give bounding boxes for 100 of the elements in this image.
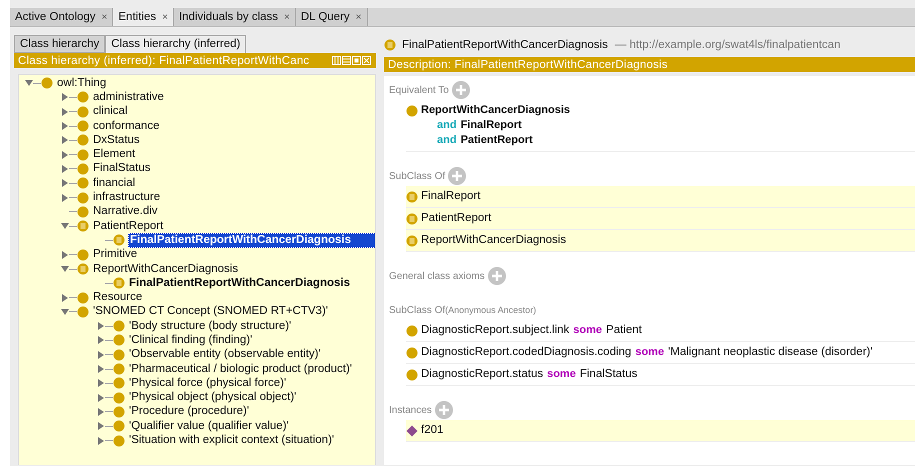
tree-item[interactable]: 'SNOMED CT Concept (SNOMED RT+CTV3)' bbox=[92, 305, 329, 318]
tree-item[interactable]: owl:Thing bbox=[56, 76, 108, 90]
class-icon bbox=[113, 434, 125, 447]
class-icon bbox=[406, 325, 418, 337]
expand-icon[interactable] bbox=[97, 379, 105, 388]
section-title: SubClass Of bbox=[389, 170, 446, 182]
class-icon bbox=[77, 306, 89, 318]
keyword: some bbox=[547, 367, 576, 382]
expand-icon[interactable] bbox=[97, 436, 105, 445]
expand-icon[interactable] bbox=[61, 164, 69, 173]
tab[interactable]: DL Query × bbox=[296, 8, 368, 26]
tree-item[interactable]: 'Qualifier value (qualifier value)' bbox=[128, 420, 290, 433]
expand-icon[interactable] bbox=[97, 336, 105, 344]
expand-icon[interactable] bbox=[97, 322, 105, 330]
tab[interactable]: Entities × bbox=[113, 8, 174, 26]
class-name: Patient bbox=[606, 323, 642, 338]
class-icon bbox=[77, 120, 89, 132]
tree-item[interactable]: Primitive bbox=[92, 248, 138, 262]
tree-item[interactable]: Narrative.div bbox=[92, 205, 159, 218]
tree-item[interactable]: FinalPatientReportWithCancerDiagnosis bbox=[128, 232, 375, 248]
expand-icon[interactable] bbox=[61, 150, 69, 159]
close-icon[interactable]: × bbox=[102, 12, 108, 22]
tab[interactable]: Class hierarchy bbox=[14, 35, 106, 53]
expand-icon[interactable] bbox=[97, 422, 105, 430]
expand-icon[interactable] bbox=[61, 194, 69, 202]
tree-item[interactable]: 'Physical force (physical force)' bbox=[128, 376, 288, 390]
expand-icon[interactable] bbox=[97, 365, 105, 374]
tree-item[interactable]: PatientReport bbox=[92, 220, 164, 233]
class-icon bbox=[406, 347, 418, 359]
tree-item[interactable]: 'Pharmaceutical / biologic product (product)' bbox=[128, 362, 353, 376]
tree-item[interactable]: 'Observable entity (observable entity)' bbox=[128, 348, 322, 362]
class-icon bbox=[406, 105, 418, 117]
class-name: 'Malignant neoplastic disease (disorder)' bbox=[668, 345, 873, 360]
class-icon bbox=[113, 348, 125, 361]
tab[interactable]: Class hierarchy (inferred) bbox=[105, 35, 246, 53]
class-name: ReportWithCancerDiagnosis bbox=[421, 103, 570, 118]
class-name: PatientReport bbox=[460, 133, 533, 148]
class-icon bbox=[113, 320, 125, 332]
close-icon[interactable]: × bbox=[162, 12, 168, 22]
class-name: f201 bbox=[421, 423, 444, 438]
expand-icon[interactable] bbox=[61, 108, 69, 116]
class-name: FinalReport bbox=[421, 189, 480, 204]
collapse-icon[interactable] bbox=[61, 265, 69, 273]
tab[interactable]: Individuals by class × bbox=[174, 8, 296, 26]
class-icon bbox=[77, 91, 89, 104]
tree-item[interactable]: administrative bbox=[92, 90, 165, 104]
close-icon[interactable]: × bbox=[284, 12, 290, 22]
tree-item[interactable]: DxStatus bbox=[92, 134, 141, 147]
class-icon bbox=[113, 406, 125, 418]
tree-item[interactable]: financial bbox=[92, 176, 136, 190]
tab[interactable]: Active Ontology × bbox=[10, 8, 114, 26]
expand-icon[interactable] bbox=[97, 350, 105, 359]
entity-iri: — http://example.org/swat4ls/finalpatientcan bbox=[614, 39, 840, 51]
panel-title: Description: FinalPatientReportWithCancerDiagnosis bbox=[388, 58, 668, 70]
class-icon bbox=[113, 334, 125, 346]
class-icon bbox=[77, 134, 89, 146]
expand-icon[interactable] bbox=[61, 179, 69, 188]
class-icon bbox=[406, 369, 418, 381]
collapse-icon[interactable] bbox=[61, 308, 69, 316]
tree-item[interactable]: ReportWithCancerDiagnosis bbox=[92, 262, 240, 276]
view-buttons-icon[interactable] bbox=[332, 56, 372, 65]
class-name: DiagnosticReport.subject.link bbox=[421, 323, 570, 338]
tree-item[interactable]: 'Body structure (body structure)' bbox=[128, 320, 292, 333]
expand-icon[interactable] bbox=[61, 136, 69, 144]
collapse-icon[interactable] bbox=[25, 79, 33, 88]
expand-icon[interactable] bbox=[97, 394, 105, 402]
class-name: DiagnosticReport.codedDiagnosis.coding bbox=[421, 345, 632, 360]
class-icon bbox=[77, 292, 89, 304]
expand-icon[interactable] bbox=[61, 294, 69, 302]
section-title: SubClass Of(Anonymous Ancestor) bbox=[389, 304, 536, 316]
defined-class-icon bbox=[113, 234, 125, 246]
tree-item[interactable]: 'Situation with explicit context (situation)' bbox=[128, 434, 336, 448]
class-icon bbox=[113, 363, 125, 376]
tree-item[interactable]: Element bbox=[92, 148, 136, 162]
panel-title: Class hierarchy (inferred): FinalPatientReportWithCanc bbox=[18, 54, 310, 66]
close-icon[interactable]: × bbox=[356, 12, 362, 22]
tree-item[interactable]: conformance bbox=[92, 120, 160, 133]
section-title: Equivalent To bbox=[389, 84, 449, 96]
tree-item[interactable]: FinalPatientReportWithCancerDiagnosis bbox=[128, 276, 351, 290]
tree-item[interactable]: 'Physical object (physical object)' bbox=[128, 391, 298, 404]
class-name: DiagnosticReport.status bbox=[421, 367, 544, 382]
expand-icon[interactable] bbox=[61, 122, 69, 130]
tree-item[interactable]: clinical bbox=[92, 105, 129, 118]
tree-item[interactable]: FinalStatus bbox=[92, 162, 152, 176]
entity-name: FinalPatientReportWithCancerDiagnosis bbox=[402, 39, 608, 51]
defined-class-icon bbox=[113, 277, 125, 290]
tree-item[interactable]: 'Procedure (procedure)' bbox=[128, 405, 250, 418]
class-name: ReportWithCancerDiagnosis bbox=[421, 233, 566, 248]
class-icon bbox=[113, 377, 125, 390]
class-icon bbox=[77, 177, 89, 190]
expand-icon[interactable] bbox=[61, 250, 69, 259]
expand-icon[interactable] bbox=[97, 408, 105, 416]
tree-item[interactable]: 'Clinical finding (finding)' bbox=[128, 334, 254, 347]
tree-item[interactable]: infrastructure bbox=[92, 191, 162, 204]
tree-item[interactable]: Resource bbox=[92, 291, 144, 304]
defined-class-icon bbox=[77, 263, 89, 275]
class-icon bbox=[113, 420, 125, 432]
collapse-icon[interactable] bbox=[61, 222, 69, 230]
expand-icon[interactable] bbox=[61, 93, 69, 102]
class-icon bbox=[77, 248, 89, 261]
